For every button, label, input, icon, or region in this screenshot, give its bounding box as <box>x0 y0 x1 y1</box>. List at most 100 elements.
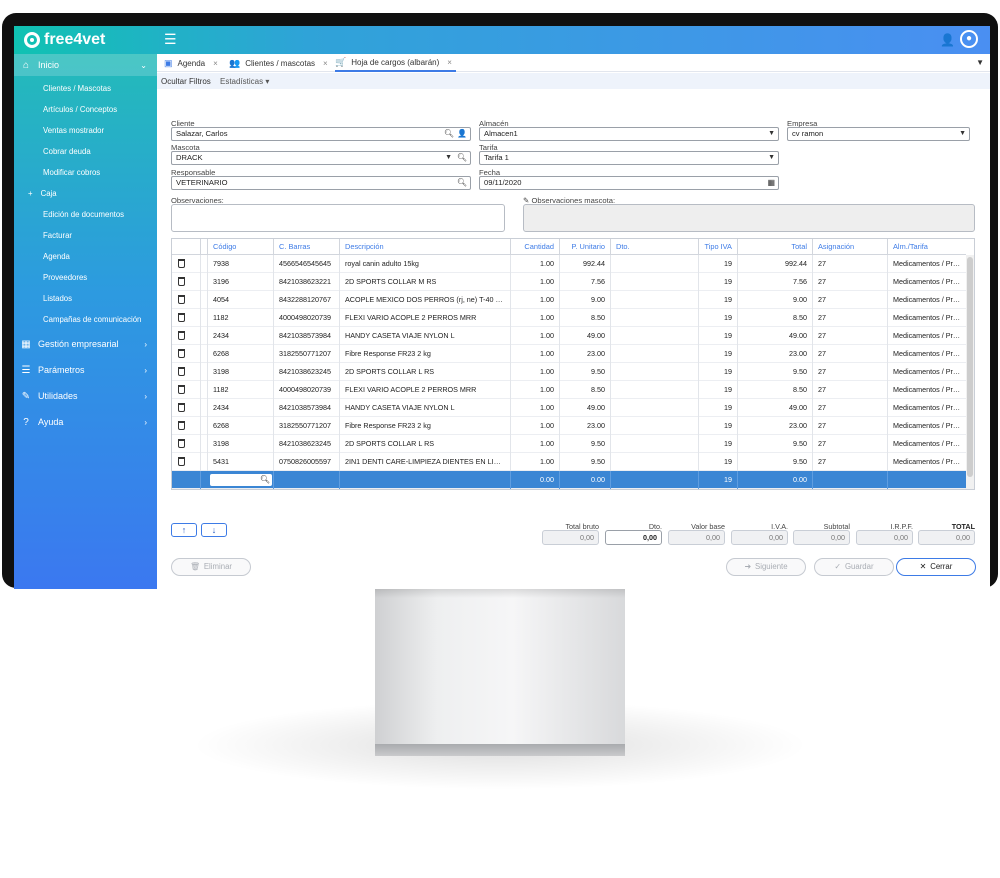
table-row[interactable]: 1182 4000498020739 FLEXI VARIO ACOPLE 2 PE… <box>172 309 966 327</box>
trash-icon[interactable] <box>178 439 185 448</box>
table-row[interactable]: 6268 3182550771207 Fibre Response FR23 2 k… <box>172 417 966 435</box>
table-row[interactable]: 3198 8421038623245 2D SPORTS COLLAR L RS 1.… <box>172 363 966 381</box>
move-down-button[interactable]: ↓ <box>201 523 227 537</box>
tarifa-select[interactable]: Tarifa 1 ▼ <box>479 151 779 165</box>
calendar-icon[interactable]: ▦ <box>767 177 775 189</box>
grid-scrollbar[interactable] <box>966 255 974 489</box>
sidebar-sub-label: Facturar <box>43 230 73 240</box>
logo-text: free4vet <box>44 31 106 48</box>
sidebar-item-ayuda[interactable]: ? Ayuda › <box>14 411 157 433</box>
trash-icon[interactable] <box>178 313 185 322</box>
table-row[interactable]: 2434 8421038573984 HANDY CASETA VIAJE NYLO… <box>172 399 966 417</box>
sidebar-sub-facturar[interactable]: Facturar <box>14 225 157 245</box>
trash-icon[interactable] <box>178 421 185 430</box>
sidebar-sub-cobrar-deuda[interactable]: Cobrar deuda <box>14 141 157 161</box>
table-row[interactable]: 4054 8432288120767 ACOPLE MEXICO DOS PERRO… <box>172 291 966 309</box>
search-icon[interactable]: 🔍︎ <box>457 177 467 189</box>
chevron-down-icon[interactable]: ▼ <box>445 152 452 164</box>
sidebar-item-parametros[interactable]: ☰ Parámetros › <box>14 359 157 381</box>
mascota-select[interactable]: DRACK ▼ 🔍︎ <box>171 151 471 165</box>
sidebar-item-inicio[interactable]: ⌂ Inicio ⌄ <box>14 54 157 76</box>
tab-overflow-icon[interactable]: ▼ <box>976 58 984 67</box>
sidebar-item-gestion-empresarial[interactable]: ▦ Gestión empresarial › <box>14 333 157 355</box>
cell-codigo: 1182 <box>207 381 273 399</box>
sidebar-sub-listados[interactable]: Listados <box>14 288 157 308</box>
sidebar-sub-campanas[interactable]: Campañas de comunicación <box>14 309 157 329</box>
dto-input[interactable]: 0,00 <box>605 530 662 545</box>
col-cantidad[interactable]: Cantidad <box>510 239 559 255</box>
col-asignacion[interactable]: Asignación <box>812 239 887 255</box>
sidebar-sub-label: Ventas mostrador <box>43 125 105 135</box>
cell-descripcion: royal canin adulto 15kg <box>339 255 510 273</box>
col-descripcion[interactable]: Descripción <box>339 239 510 255</box>
eliminar-button[interactable]: 🗑 Eliminar <box>171 558 251 576</box>
trash-icon[interactable] <box>178 331 185 340</box>
table-row[interactable]: 6268 3182550771207 Fibre Response FR23 2 k… <box>172 345 966 363</box>
col-codigo[interactable]: Código <box>207 239 273 255</box>
cerrar-button[interactable]: ✕ Cerrar <box>896 558 976 576</box>
col-punitario[interactable]: P. Unitario <box>559 239 610 255</box>
sidebar-sub-edicion-documentos[interactable]: Edición de documentos <box>14 204 157 224</box>
tab-clientes-mascotas[interactable]: 👥 Clientes / mascotas × <box>229 54 328 72</box>
irpf-value: 0,00 <box>856 530 913 545</box>
cell-tipoiva: 19 <box>698 363 737 381</box>
grid-new-row[interactable]: 🔍︎ 0.00 0.00 19 0.00 <box>172 471 966 489</box>
cell-total: 8.50 <box>737 381 812 399</box>
hamburger-menu-icon[interactable]: ☰ <box>164 32 177 46</box>
tab-label: Hoja de cargos (albarán) <box>351 57 440 67</box>
search-icon[interactable]: 🔍︎ <box>260 474 270 486</box>
codigo-search-input[interactable]: 🔍︎ <box>210 474 272 486</box>
trash-icon[interactable] <box>178 277 185 286</box>
tab-agenda[interactable]: ▣ Agenda × <box>164 54 218 72</box>
sidebar-sub-clientes-mascotas[interactable]: Clientes / Mascotas <box>14 78 157 98</box>
sidebar-item-utilidades[interactable]: ✎ Utilidades › <box>14 385 157 407</box>
col-cbarras[interactable]: C. Barras <box>273 239 339 255</box>
table-row[interactable]: 3196 8421038623221 2D SPORTS COLLAR M RS 1.… <box>172 273 966 291</box>
close-icon[interactable]: × <box>323 59 328 68</box>
tab-hoja-de-cargos[interactable]: 🛒 Hoja de cargos (albarán) × <box>335 54 456 72</box>
close-icon[interactable]: × <box>447 58 452 67</box>
user-switch-icon[interactable]: 👤 <box>940 33 955 47</box>
col-tipoiva[interactable]: Tipo IVA <box>698 239 737 255</box>
table-row[interactable]: 3198 8421038623245 2D SPORTS COLLAR L RS 1.… <box>172 435 966 453</box>
hide-filters-button[interactable]: Ocultar Filtros <box>161 77 211 86</box>
add-user-icon[interactable]: 👤 <box>457 128 467 140</box>
almacen-select[interactable]: Almacen1 ▼ <box>479 127 779 141</box>
move-up-button[interactable]: ↑ <box>171 523 197 537</box>
siguiente-button[interactable]: ➜ Siguiente <box>726 558 806 576</box>
app-logo[interactable]: free4vet <box>24 31 105 49</box>
trash-icon[interactable] <box>178 295 185 304</box>
trash-icon[interactable] <box>178 259 185 268</box>
sidebar-sub-modificar-cobros[interactable]: Modificar cobros <box>14 162 157 182</box>
cell-alm-tarifa: Medicamentos / Prec... <box>887 399 966 417</box>
sidebar-sub-proveedores[interactable]: Proveedores <box>14 267 157 287</box>
responsable-field[interactable]: VETERINARIO 🔍︎ <box>171 176 471 190</box>
cliente-field[interactable]: Salazar, Carlos 🔍︎ 👤 <box>171 127 471 141</box>
trash-icon[interactable] <box>178 349 185 358</box>
trash-icon[interactable] <box>178 403 185 412</box>
sidebar-sub-ventas-mostrador[interactable]: Ventas mostrador <box>14 120 157 140</box>
sidebar-sub-caja[interactable]: + Caja <box>14 183 157 203</box>
tab-label: Agenda <box>177 58 206 68</box>
table-row[interactable]: 7938 4566546545645 royal canin adulto 15kg… <box>172 255 966 273</box>
observaciones-textarea[interactable] <box>171 204 505 232</box>
fecha-field[interactable]: 09/11/2020 ▦ <box>479 176 779 190</box>
close-icon[interactable]: × <box>213 59 218 68</box>
trash-icon[interactable] <box>178 367 185 376</box>
trash-icon[interactable] <box>178 457 185 466</box>
col-dto[interactable]: Dto. <box>610 239 698 255</box>
col-alm-tarifa[interactable]: Alm./Tarifa <box>887 239 966 255</box>
table-row[interactable]: 2434 8421038573984 HANDY CASETA VIAJE NYLO… <box>172 327 966 345</box>
col-total[interactable]: Total <box>737 239 812 255</box>
search-icon[interactable]: 🔍︎ <box>457 152 467 164</box>
user-account-icon[interactable]: ● <box>960 30 978 48</box>
trash-icon[interactable] <box>178 385 185 394</box>
statistics-dropdown[interactable]: Estadísticas ▾ <box>220 77 269 86</box>
sidebar-sub-articulos[interactable]: Artículos / Conceptos <box>14 99 157 119</box>
search-icon[interactable]: 🔍︎ <box>444 128 454 140</box>
sidebar-sub-agenda[interactable]: Agenda <box>14 246 157 266</box>
table-row[interactable]: 1182 4000498020739 FLEXI VARIO ACOPLE 2 PE… <box>172 381 966 399</box>
empresa-select[interactable]: cv ramon ▼ <box>787 127 970 141</box>
guardar-button[interactable]: ✓ Guardar <box>814 558 894 576</box>
table-row[interactable]: 5431 0750826005597 2IN1 DENTI CARE-LIMPIEZ… <box>172 453 966 471</box>
